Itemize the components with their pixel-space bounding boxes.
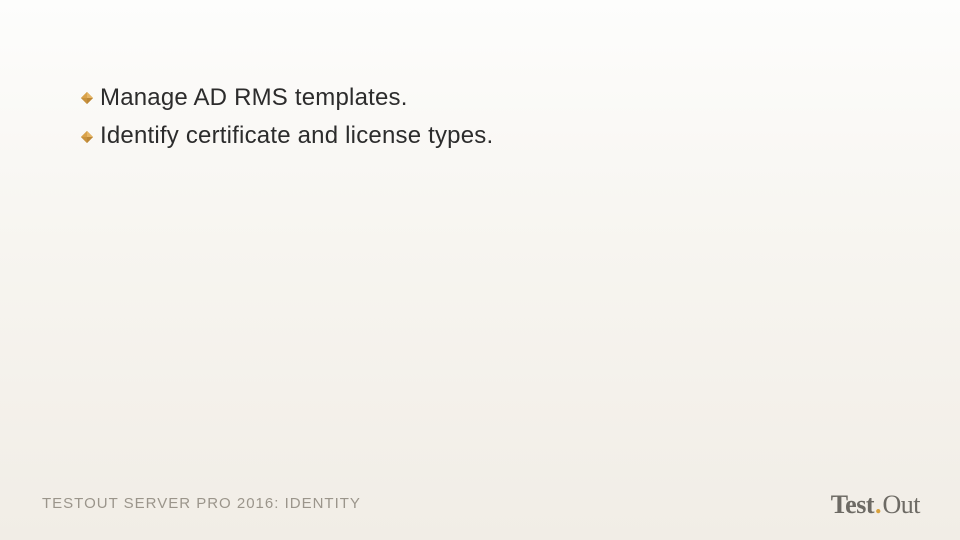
- logo-text-out: Out: [883, 490, 921, 520]
- slide: Manage AD RMS templates. Identify certif…: [0, 0, 960, 540]
- list-item: Identify certificate and license types.: [80, 120, 900, 152]
- brand-logo: Test.Out: [831, 490, 920, 520]
- logo-text-test: Test: [831, 490, 874, 520]
- bullet-text: Identify certificate and license types.: [100, 120, 493, 152]
- list-item: Manage AD RMS templates.: [80, 82, 900, 114]
- footer-course-label: TESTOUT SERVER PRO 2016: IDENTITY: [42, 495, 361, 512]
- diamond-bullet-icon: [80, 130, 94, 144]
- bullet-list: Manage AD RMS templates. Identify certif…: [80, 82, 900, 159]
- logo-dot-icon: .: [875, 490, 882, 520]
- bullet-text: Manage AD RMS templates.: [100, 82, 408, 114]
- diamond-bullet-icon: [80, 91, 94, 105]
